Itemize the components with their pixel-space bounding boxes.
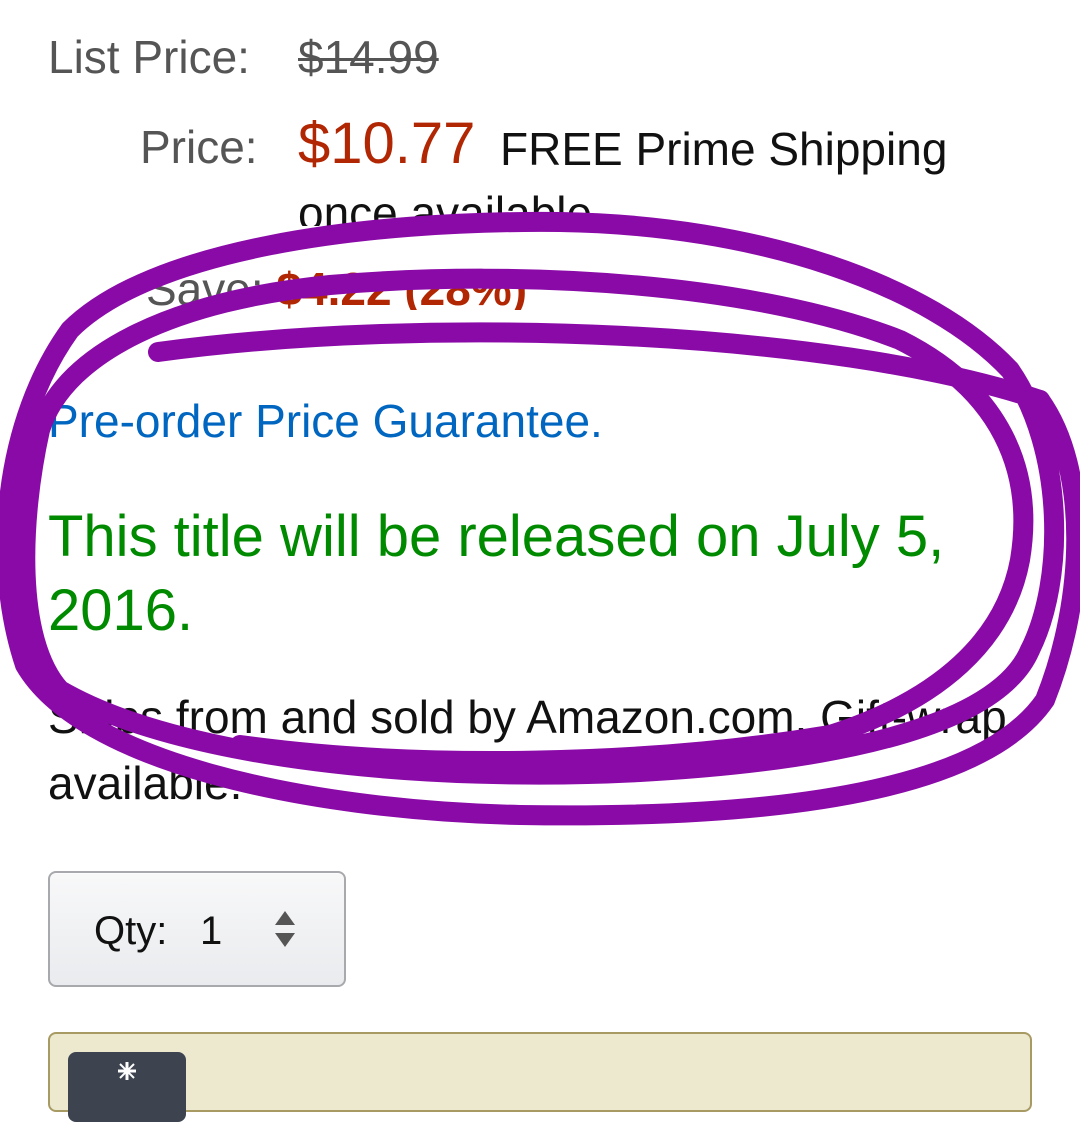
quantity-selector[interactable]: Qty: 1 [48,871,346,987]
price-label: Price: [140,121,258,173]
list-price-value: $14.99 [298,31,439,83]
preorder-price-guarantee-link[interactable]: Pre-order Price Guarantee. [48,394,603,448]
prime-shipping-text: FREE Prime Shipping [500,123,948,175]
quantity-value: 1 [200,909,223,953]
savings-row: Save: $4.22 (28%) [146,262,527,310]
save-label: Save: [146,263,264,310]
once-available-text: once available [298,187,593,226]
ships-from-text: Ships from and sold by Amazon.com. Gift-… [48,691,1007,809]
release-date-notice: This title will be released on July 5, 2… [48,504,945,643]
up-down-arrows-icon [274,909,296,949]
add-to-cart-panel[interactable] [48,1032,1032,1122]
list-price-label: List Price: [48,31,250,83]
price-value: $10.77 [298,111,476,176]
save-value: $4.22 (28%) [276,263,528,310]
quantity-label: Qty: [94,909,168,953]
cart-icon [68,1052,186,1122]
